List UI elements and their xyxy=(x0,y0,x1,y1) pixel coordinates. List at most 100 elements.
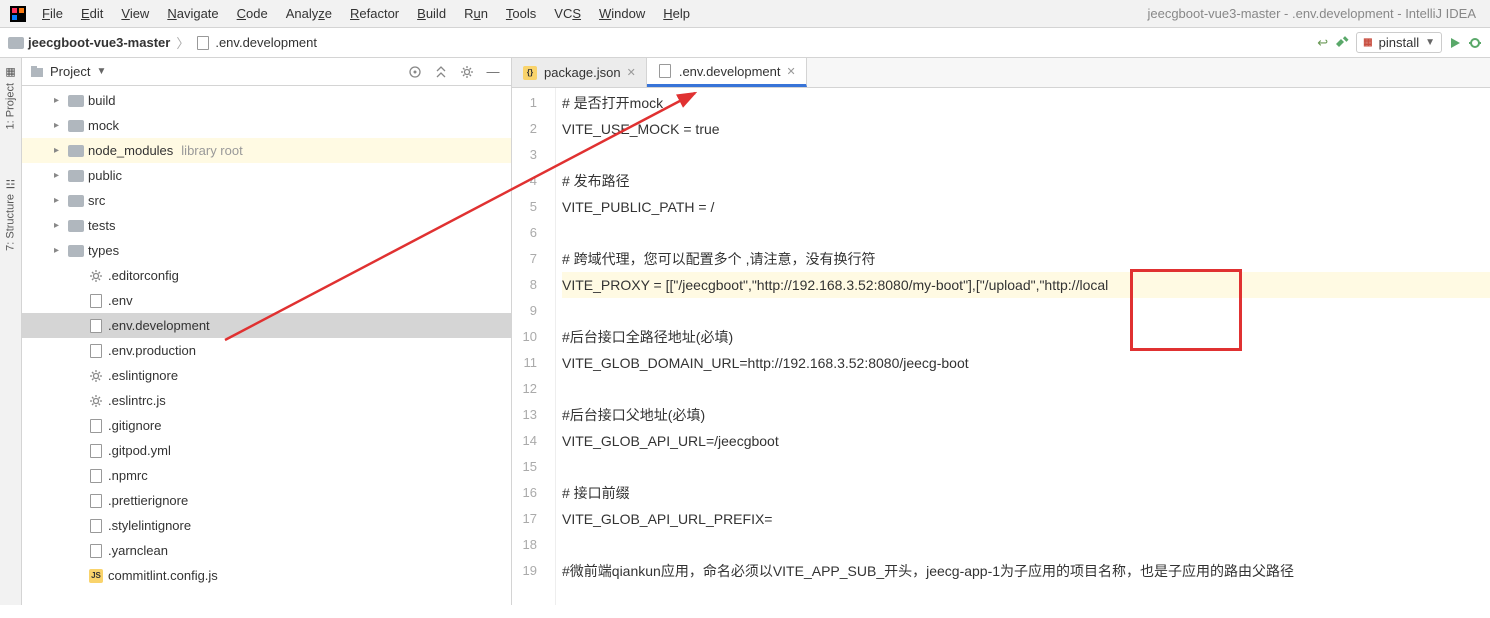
code-line[interactable]: # 发布路径 xyxy=(562,168,1490,194)
menu-tools[interactable]: Tools xyxy=(498,4,544,23)
tree-item[interactable]: .env.production xyxy=(22,338,511,363)
tree-item[interactable]: ▸ tests xyxy=(22,213,511,238)
tree-item[interactable]: .npmrc xyxy=(22,463,511,488)
menu-analyze[interactable]: Analyze xyxy=(278,4,340,23)
menu-navigate[interactable]: Navigate xyxy=(159,4,226,23)
tree-item[interactable]: ▸ mock xyxy=(22,113,511,138)
tree-item[interactable]: .eslintrc.js xyxy=(22,388,511,413)
file-icon xyxy=(88,543,104,559)
close-icon[interactable]: ✕ xyxy=(787,65,796,78)
folder-icon xyxy=(68,168,84,184)
tree-item[interactable]: .eslintignore xyxy=(22,363,511,388)
code-line[interactable] xyxy=(562,220,1490,246)
breadcrumb-root[interactable]: jeecgboot-vue3-master xyxy=(8,35,170,51)
menu-edit[interactable]: Edit xyxy=(73,4,111,23)
tree-item-label: commitlint.config.js xyxy=(108,568,218,583)
tree-item[interactable]: .yarnclean xyxy=(22,538,511,563)
tree-item-label: .env.production xyxy=(108,343,196,358)
navbar: jeecgboot-vue3-master 〉 .env.development… xyxy=(0,28,1490,58)
tree-item-label: mock xyxy=(88,118,119,133)
tree-item-label: .editorconfig xyxy=(108,268,179,283)
tree-item-label: tests xyxy=(88,218,115,233)
code-line[interactable] xyxy=(562,376,1490,402)
code-line[interactable] xyxy=(562,454,1490,480)
code-line[interactable]: VITE_PUBLIC_PATH = / xyxy=(562,194,1490,220)
code-line[interactable]: VITE_GLOB_API_URL=/jeecgboot xyxy=(562,428,1490,454)
tree-item[interactable]: ▸build xyxy=(22,88,511,113)
file-icon xyxy=(657,63,673,79)
expand-icon[interactable]: ▸ xyxy=(54,170,64,181)
tree-item[interactable]: ▸types xyxy=(22,238,511,263)
tree-item[interactable]: .env.development xyxy=(22,313,511,338)
expand-all-icon[interactable] xyxy=(431,62,451,82)
tab-label: package.json xyxy=(544,65,621,80)
expand-icon[interactable]: ▸ xyxy=(54,120,64,131)
menu-refactor[interactable]: Refactor xyxy=(342,4,407,23)
editor-tab[interactable]: .env.development✕ xyxy=(647,58,807,87)
code-area[interactable]: 12345678910111213141516171819 # 是否打开mock… xyxy=(512,88,1490,605)
code-line[interactable]: VITE_PROXY = [["/jeecgboot","http://192.… xyxy=(562,272,1490,298)
hide-icon[interactable]: — xyxy=(483,62,503,82)
module-icon xyxy=(8,35,24,51)
file-icon xyxy=(88,468,104,484)
tree-item[interactable]: ▸ node_modules library root xyxy=(22,138,511,163)
code-line[interactable] xyxy=(562,532,1490,558)
code-line[interactable]: # 接口前缀 xyxy=(562,480,1490,506)
back-icon[interactable]: ↩ xyxy=(1317,35,1328,51)
debug-icon[interactable] xyxy=(1468,36,1482,50)
menu-vcs[interactable]: VCS xyxy=(546,4,589,23)
expand-icon[interactable]: ▸ xyxy=(54,245,64,256)
settings-icon[interactable] xyxy=(457,62,477,82)
code-line[interactable] xyxy=(562,298,1490,324)
menu-help[interactable]: Help xyxy=(655,4,698,23)
tree-item-note: library root xyxy=(181,143,242,158)
close-icon[interactable]: ✕ xyxy=(627,66,636,79)
tree-item[interactable]: .env xyxy=(22,288,511,313)
code-line[interactable] xyxy=(562,142,1490,168)
tree-item[interactable]: .gitpod.yml xyxy=(22,438,511,463)
hammer-icon[interactable] xyxy=(1334,35,1350,51)
menu-file[interactable]: File xyxy=(34,4,71,23)
menu-view[interactable]: View xyxy=(113,4,157,23)
toolwindow-structure[interactable]: 7: Structure ☶ xyxy=(4,173,17,255)
tree-item-label: .env.development xyxy=(108,318,210,333)
chevron-down-icon[interactable]: ▼ xyxy=(96,66,106,77)
folder-icon xyxy=(68,118,84,134)
tree-item[interactable]: JScommitlint.config.js xyxy=(22,563,511,588)
tree-item[interactable]: .editorconfig xyxy=(22,263,511,288)
breadcrumb-file[interactable]: .env.development xyxy=(195,35,317,51)
code-line[interactable]: VITE_GLOB_API_URL_PREFIX= xyxy=(562,506,1490,532)
menu-build[interactable]: Build xyxy=(409,4,454,23)
tree-item[interactable]: .prettierignore xyxy=(22,488,511,513)
expand-icon[interactable]: ▸ xyxy=(54,95,64,106)
tree-item[interactable]: ▸src xyxy=(22,188,511,213)
menu-code[interactable]: Code xyxy=(229,4,276,23)
tree-item[interactable]: ▸public xyxy=(22,163,511,188)
menu-window[interactable]: Window xyxy=(591,4,653,23)
tree-item[interactable]: .stylelintignore xyxy=(22,513,511,538)
tree-item-label: node_modules xyxy=(88,143,173,158)
gear-icon xyxy=(88,268,104,284)
code-line[interactable]: #后台接口父地址(必填) xyxy=(562,402,1490,428)
toolwindow-project[interactable]: 1: Project ▦ xyxy=(4,62,17,133)
expand-icon[interactable]: ▸ xyxy=(54,145,64,156)
locate-icon[interactable] xyxy=(405,62,425,82)
menu-run[interactable]: Run xyxy=(456,4,496,23)
tree-item[interactable]: .gitignore xyxy=(22,413,511,438)
tree-item-label: .stylelintignore xyxy=(108,518,191,533)
tree-item-label: .npmrc xyxy=(108,468,148,483)
run-config-select[interactable]: ▦ pinstall ▼ xyxy=(1356,32,1442,53)
expand-icon[interactable]: ▸ xyxy=(54,195,64,206)
project-panel-title: Project xyxy=(50,64,90,79)
code-line[interactable]: #后台接口全路径地址(必填) xyxy=(562,324,1490,350)
code-line[interactable]: # 是否打开mock xyxy=(562,90,1490,116)
code-line[interactable]: #微前端qiankun应用，命名必须以VITE_APP_SUB_开头，jeecg… xyxy=(562,558,1490,584)
code[interactable]: # 是否打开mockVITE_USE_MOCK = true# 发布路径VITE… xyxy=(556,88,1490,605)
run-icon[interactable] xyxy=(1448,36,1462,50)
project-tree[interactable]: ▸build▸mock▸node_moduleslibrary root▸pub… xyxy=(22,86,511,605)
editor-tab[interactable]: {}package.json✕ xyxy=(512,58,647,87)
code-line[interactable]: VITE_GLOB_DOMAIN_URL=http://192.168.3.52… xyxy=(562,350,1490,376)
code-line[interactable]: # 跨域代理，您可以配置多个 ,请注意，没有换行符 xyxy=(562,246,1490,272)
expand-icon[interactable]: ▸ xyxy=(54,220,64,231)
code-line[interactable]: VITE_USE_MOCK = true xyxy=(562,116,1490,142)
